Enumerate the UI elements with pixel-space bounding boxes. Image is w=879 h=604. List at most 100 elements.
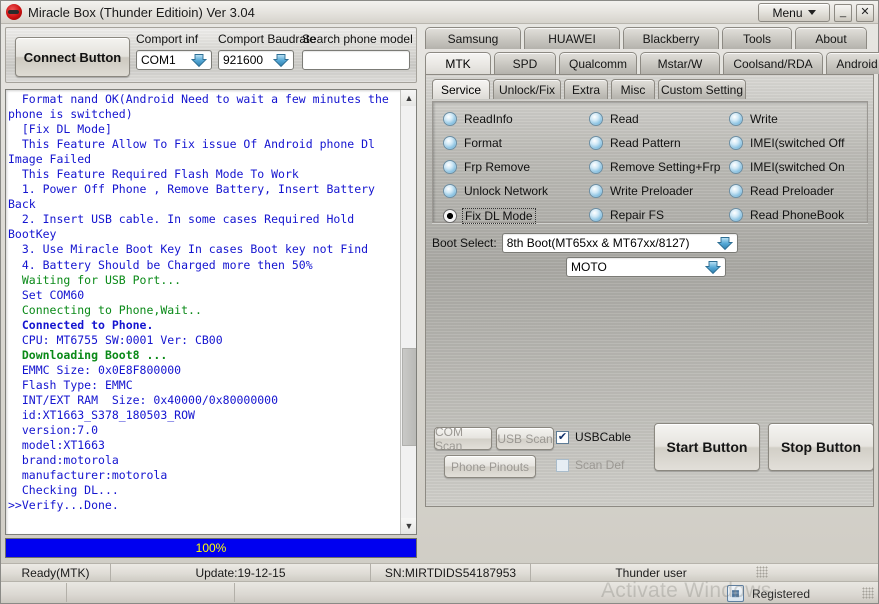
- tab-service[interactable]: Service: [432, 79, 490, 99]
- log-line: Format nand OK(Android Need to wait a fe…: [8, 92, 396, 122]
- log-line: Connecting to Phone,Wait..: [8, 302, 202, 317]
- resize-grip-icon: [862, 587, 874, 599]
- radio-label: Fix DL Mode: [462, 208, 536, 224]
- tab-custom-setting[interactable]: Custom Setting: [658, 79, 746, 99]
- chevron-down-icon[interactable]: [705, 260, 721, 275]
- registered-label: Registered: [751, 586, 810, 601]
- tab-mstar-w[interactable]: Mstar/W: [640, 52, 720, 74]
- boot-select-dropdown[interactable]: 8th Boot(MT65xx & MT67xx/8127): [501, 233, 738, 253]
- chevron-down-icon[interactable]: [273, 53, 289, 68]
- function-tab-row: Service Unlock/Fix Extra Misc Custom Setting: [432, 79, 746, 99]
- radio-readinfo[interactable]: ReadInfo: [443, 112, 513, 126]
- radio-write-preloader[interactable]: Write Preloader: [589, 184, 693, 198]
- log-scrollbar[interactable]: ▲ ▼: [400, 90, 416, 534]
- log-text: Format nand OK(Android Need to wait a fe…: [8, 92, 400, 513]
- radio-fix-dl-mode[interactable]: Fix DL Mode: [443, 208, 536, 224]
- tab-android[interactable]: Android: [826, 52, 879, 74]
- radio-write[interactable]: Write: [729, 112, 778, 126]
- status2-cell-2: [67, 583, 235, 602]
- tab-label: Service: [440, 82, 481, 97]
- radio-read[interactable]: Read: [589, 112, 639, 126]
- usb-scan-button[interactable]: USB Scan: [496, 427, 554, 450]
- log-line: This Feature Required Flash Mode To Work: [8, 167, 299, 182]
- brand-select-dropdown[interactable]: MOTO: [566, 257, 726, 277]
- chevron-down-icon[interactable]: ▼: [401, 518, 416, 534]
- radio-unselected-icon: [443, 136, 457, 150]
- log-line: 2. Insert USB cable. In some cases Requi…: [8, 212, 362, 242]
- log-line: This Feature Allow To Fix issue Of Andro…: [8, 137, 382, 167]
- tab-label: Custom Setting: [660, 82, 744, 97]
- search-phone-model-label: Search phone model: [302, 32, 413, 46]
- log-line: model:XT1663: [8, 438, 105, 453]
- radio-read-pattern[interactable]: Read Pattern: [589, 136, 681, 150]
- tab-about[interactable]: About: [795, 27, 867, 49]
- tab-qualcomm[interactable]: Qualcomm: [559, 52, 637, 74]
- scrollbar-thumb[interactable]: [402, 348, 416, 446]
- title-bar-controls: Menu _ ✕: [758, 3, 874, 22]
- miracle-box-logo-icon: [6, 4, 22, 20]
- tab-coolsand-rda[interactable]: Coolsand/RDA: [723, 52, 823, 74]
- comport-inf-select[interactable]: COM1: [136, 50, 212, 70]
- radio-label: Write: [750, 112, 778, 126]
- log-line: id:XT1663_S378_180503_ROW: [8, 407, 195, 422]
- tab-huawei[interactable]: HUAWEI: [524, 27, 620, 49]
- usb-cable-checkbox[interactable]: ✔ USBCable: [556, 430, 631, 444]
- search-phone-model-input[interactable]: [302, 50, 410, 70]
- start-button[interactable]: Start Button: [654, 423, 760, 471]
- tab-tools[interactable]: Tools: [722, 27, 792, 49]
- tab-mtk[interactable]: MTK: [425, 52, 491, 74]
- progress-bar: 100%: [5, 538, 417, 558]
- scan-def-checkbox[interactable]: ✔ Scan Def: [556, 458, 624, 472]
- radio-format[interactable]: Format: [443, 136, 502, 150]
- tab-samsung[interactable]: Samsung: [425, 27, 521, 49]
- chevron-down-icon[interactable]: [191, 53, 207, 68]
- menu-button[interactable]: Menu: [758, 3, 830, 22]
- status-serial-number: SN:MIRTDIDS54187953: [371, 563, 531, 582]
- radio-repair-fs[interactable]: Repair FS: [589, 208, 664, 222]
- close-button[interactable]: ✕: [856, 3, 874, 22]
- log-line: version:7.0: [8, 423, 99, 438]
- radio-read-phonebook[interactable]: Read PhoneBook: [729, 208, 844, 222]
- tab-spd[interactable]: SPD: [494, 52, 556, 74]
- radio-frp-remove[interactable]: Frp Remove: [443, 160, 530, 174]
- baudrate-select[interactable]: 921600: [218, 50, 294, 70]
- connect-button[interactable]: Connect Button: [15, 37, 130, 77]
- phone-pinouts-button[interactable]: Phone Pinouts: [444, 455, 536, 478]
- status-user: Thunder user: [531, 563, 771, 582]
- tab-label: Extra: [571, 82, 600, 97]
- log-line: Downloading Boot8 ...: [8, 347, 168, 362]
- stop-button[interactable]: Stop Button: [768, 423, 874, 471]
- minimize-button[interactable]: _: [834, 3, 852, 22]
- tab-label: Mstar/W: [657, 56, 703, 71]
- right-panel: Samsung HUAWEI Blackberry Tools About MTK SPD…: [421, 27, 879, 559]
- tab-extra[interactable]: Extra: [564, 79, 608, 99]
- tab-misc[interactable]: Misc: [611, 79, 655, 99]
- tab-label: Android: [836, 56, 878, 71]
- scan-def-label: Scan Def: [575, 458, 625, 472]
- radio-imei-switched-off[interactable]: IMEI(switched Off: [729, 136, 844, 150]
- chipset-tab-row: MTK SPD Qualcomm Mstar/W Coolsand/RDA Android: [425, 52, 879, 74]
- brand-select-value: MOTO: [571, 260, 607, 274]
- chevron-up-icon[interactable]: ▲: [401, 90, 416, 106]
- radio-remove-setting-frp[interactable]: Remove Setting+Frp: [589, 160, 720, 174]
- com-scan-button[interactable]: COM Scan: [434, 425, 492, 453]
- radio-unselected-icon: [443, 160, 457, 174]
- tab-label: MTK: [445, 56, 471, 71]
- radio-unselected-icon: [589, 112, 603, 126]
- radio-unselected-icon: [589, 136, 603, 150]
- tab-blackberry[interactable]: Blackberry: [623, 27, 719, 49]
- chevron-down-icon[interactable]: [716, 236, 733, 251]
- log-output-panel[interactable]: Format nand OK(Android Need to wait a fe…: [5, 89, 417, 535]
- window-title: Miracle Box (Thunder Editioin) Ver 3.04: [28, 4, 255, 20]
- radio-unlock-network[interactable]: Unlock Network: [443, 184, 548, 198]
- radio-label: Format: [464, 136, 503, 150]
- radio-imei-switched-on[interactable]: IMEI(switched On: [729, 160, 845, 174]
- radio-label: Repair FS: [610, 208, 665, 222]
- tab-label: SPD: [512, 56, 538, 71]
- tab-unlock-fix[interactable]: Unlock/Fix: [493, 79, 561, 99]
- application-window: Miracle Box (Thunder Editioin) Ver 3.04 …: [0, 0, 879, 604]
- radio-read-preloader[interactable]: Read Preloader: [729, 184, 834, 198]
- radio-label: Remove Setting+Frp: [610, 160, 721, 174]
- radio-unselected-icon: [729, 184, 743, 198]
- status2-cell-3: [235, 583, 729, 602]
